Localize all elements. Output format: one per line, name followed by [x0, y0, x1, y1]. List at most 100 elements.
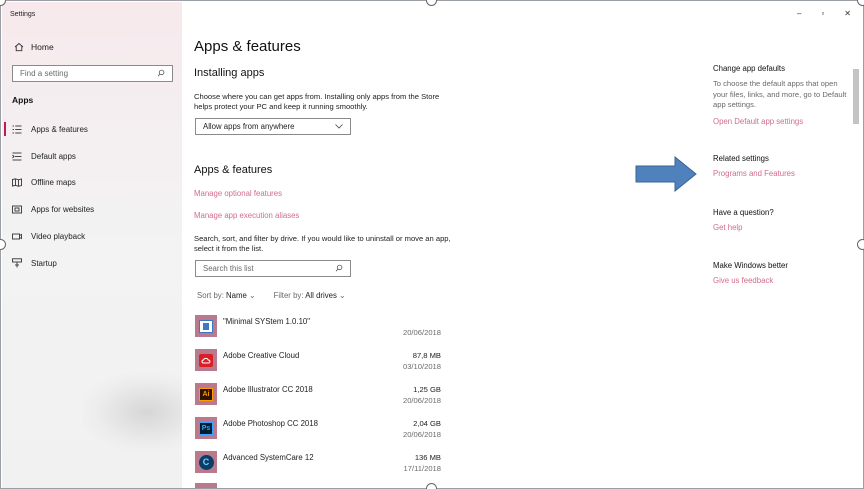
close-icon[interactable]: ✕ — [844, 9, 851, 18]
sidebar-item-label: Offline maps — [31, 178, 76, 188]
chevron-down-icon — [335, 122, 343, 131]
app-list-item[interactable]: C Advanced SystemCare 12 136 MB 17/11/20… — [195, 451, 441, 479]
apps-search-description: Search, sort, and filter by drive. If yo… — [194, 234, 451, 253]
sidebar-item-label: Default apps — [31, 151, 76, 161]
install-source-value: Allow apps from anywhere — [203, 122, 295, 131]
app-name: Advanced SystemCare 12 — [223, 453, 314, 462]
app-name: Adobe Illustrator CC 2018 — [223, 385, 313, 394]
sidebar-item-default-apps[interactable]: Default apps — [2, 143, 182, 170]
change-app-defaults-heading: Change app defaults — [713, 64, 785, 73]
make-windows-better-heading: Make Windows better — [713, 261, 788, 270]
startup-icon — [12, 258, 22, 268]
give-us-feedback-link[interactable]: Give us feedback — [713, 276, 853, 285]
video-playback-icon — [12, 232, 22, 241]
adobe-photoshop-icon: Ps — [195, 417, 217, 439]
chevron-down-icon: ⌄ — [339, 291, 346, 300]
blurred-background — [82, 372, 182, 452]
minimal-system-icon — [195, 315, 217, 337]
resize-handle-bottom[interactable] — [426, 483, 437, 489]
sidebar-item-apps-for-websites[interactable]: Apps for websites — [2, 196, 182, 223]
sidebar-item-video-playback[interactable]: Video playback — [2, 223, 182, 250]
installing-apps-description: Choose where you can get apps from. Inst… — [194, 92, 440, 111]
sidebar-nav: Apps & features Default apps Offline map… — [2, 116, 182, 277]
sort-by-control[interactable]: Sort by: Name ⌄ — [197, 291, 256, 300]
window-title: Settings — [10, 11, 36, 18]
get-help-link[interactable]: Get help — [713, 223, 853, 232]
app-list-item[interactable]: Ai Adobe Illustrator CC 2018 1,25 GB 20/… — [195, 383, 441, 411]
app-date: 20/06/2018 — [402, 328, 441, 337]
app-list-item[interactable]: Ps Adobe Photoshop CC 2018 2,04 GB 20/06… — [195, 417, 441, 445]
nav-home-label: Home — [31, 42, 54, 52]
partial-app-list-item — [195, 483, 217, 488]
app-list-item[interactable]: Adobe Creative Cloud 87,8 MB 03/10/2018 — [195, 349, 441, 377]
resize-handle-right[interactable] — [857, 239, 864, 250]
scrollbar-thumb[interactable] — [853, 69, 859, 124]
sidebar-item-label: Apps for websites — [31, 205, 95, 215]
help-section: Have a question? Get help — [713, 208, 853, 232]
app-name: "Minimal SYStem 1.0.10" — [223, 317, 311, 326]
minimize-icon[interactable]: – — [797, 9, 801, 18]
installing-apps-heading: Installing apps — [194, 67, 265, 79]
app-size: 2,04 GB — [413, 419, 441, 428]
filter-by-control[interactable]: Filter by: All drives ⌄ — [274, 291, 346, 300]
window-controls: – ▫ ✕ — [797, 9, 851, 18]
nav-home[interactable]: Home — [14, 42, 54, 52]
settings-window: Settings Home Find a setting Apps Apps &… — [0, 0, 864, 489]
filter-by-value: All drives — [305, 291, 337, 300]
have-a-question-heading: Have a question? — [713, 208, 774, 217]
find-setting-input[interactable]: Find a setting — [12, 65, 173, 82]
sidebar-item-label: Apps & features — [31, 124, 88, 134]
feedback-section: Make Windows better Give us feedback — [713, 261, 853, 285]
maximize-icon[interactable]: ▫ — [821, 9, 824, 18]
app-date: 03/10/2018 — [402, 362, 441, 371]
app-size: 1,25 GB — [413, 385, 441, 394]
app-name: Adobe Creative Cloud — [223, 351, 300, 360]
active-indicator — [4, 122, 6, 136]
change-app-defaults-description: To choose the default apps that open you… — [713, 79, 847, 109]
app-size: 87,8 MB — [412, 351, 441, 360]
advanced-systemcare-icon: C — [195, 451, 217, 473]
filter-by-label: Filter by: — [273, 291, 304, 300]
sidebar-item-label: Startup — [31, 258, 57, 268]
default-apps-icon — [12, 152, 22, 161]
install-source-dropdown[interactable]: Allow apps from anywhere — [195, 118, 351, 135]
sidebar-item-startup[interactable]: Startup — [2, 250, 182, 277]
apps-features-heading: Apps & features — [194, 164, 273, 176]
sort-filter-bar: Sort by: Name ⌄ Filter by: All drives ⌄ — [197, 291, 346, 300]
chevron-down-icon: ⌄ — [249, 291, 256, 300]
manage-optional-features-link[interactable]: Manage optional features — [194, 189, 282, 198]
app-list-item[interactable]: "Minimal SYStem 1.0.10" 20/06/2018 — [195, 315, 441, 343]
related-settings-heading: Related settings — [713, 154, 769, 163]
adobe-creative-cloud-icon — [195, 349, 217, 371]
search-list-input[interactable]: Search this list — [195, 260, 351, 277]
section-apps-label: Apps — [12, 95, 34, 105]
app-date: 20/06/2018 — [402, 396, 441, 405]
home-icon — [14, 42, 24, 52]
manage-execution-aliases-link[interactable]: Manage app execution aliases — [194, 211, 299, 220]
adobe-illustrator-icon: Ai — [195, 383, 217, 405]
offline-maps-icon — [12, 178, 22, 188]
sidebar-item-apps-features[interactable]: Apps & features — [2, 116, 182, 143]
sort-by-value: Name — [226, 291, 247, 300]
annotation-arrow-icon — [635, 156, 697, 192]
related-settings-section: Related settings Programs and Features — [713, 154, 853, 178]
app-name: Adobe Photoshop CC 2018 — [223, 419, 318, 428]
search-icon — [335, 264, 343, 274]
app-date: 17/11/2018 — [403, 464, 441, 473]
app-size: 136 MB — [414, 453, 441, 462]
change-app-defaults-section: Change app defaults To choose the defaul… — [713, 64, 853, 126]
sidebar: Settings Home Find a setting Apps Apps &… — [2, 2, 182, 488]
main-content: Apps & features Installing apps Choose w… — [182, 2, 863, 488]
sidebar-item-offline-maps[interactable]: Offline maps — [2, 170, 182, 197]
open-default-app-settings-link[interactable]: Open Default app settings — [713, 117, 853, 126]
apps-for-websites-icon — [12, 205, 22, 214]
sidebar-item-label: Video playback — [31, 232, 86, 242]
search-list-placeholder: Search this list — [203, 264, 254, 273]
sort-by-label: Sort by: — [197, 291, 224, 300]
search-icon — [157, 69, 165, 79]
apps-list-icon — [12, 125, 22, 134]
scrollbar[interactable] — [852, 63, 860, 488]
programs-and-features-link[interactable]: Programs and Features — [713, 169, 853, 178]
app-date: 20/06/2018 — [402, 430, 441, 439]
find-setting-placeholder: Find a setting — [20, 69, 69, 78]
